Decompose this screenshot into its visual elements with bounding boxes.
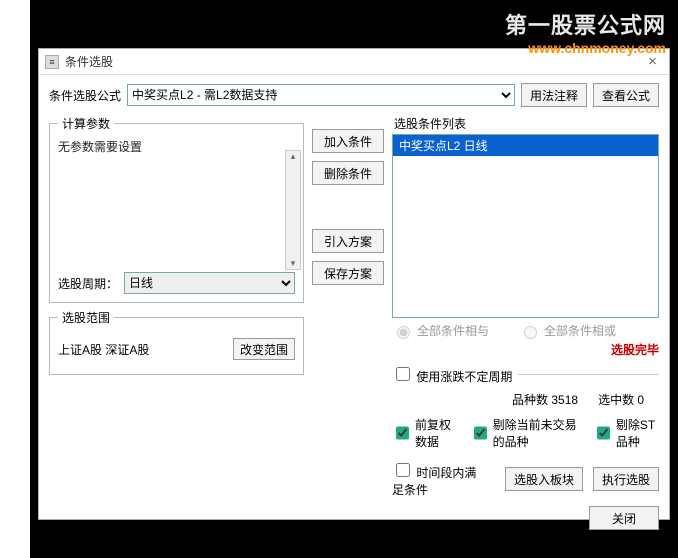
left-white-stripe bbox=[0, 0, 30, 558]
fq-checkbox[interactable]: 前复权数据 bbox=[392, 416, 456, 450]
exclude-nontrading-checkbox[interactable]: 剔除当前未交易的品种 bbox=[470, 416, 579, 450]
app-icon: ≡ bbox=[45, 55, 59, 69]
status-text: 选股完毕 bbox=[392, 341, 659, 358]
selected-count: 选中数 0 bbox=[598, 391, 644, 408]
range-legend: 选股范围 bbox=[58, 309, 114, 326]
to-block-button[interactable]: 选股入板块 bbox=[505, 467, 583, 491]
period-label: 选股周期： bbox=[58, 275, 118, 292]
formula-select[interactable]: 中奖买点L2 - 需L2数据支持 bbox=[127, 84, 515, 106]
window-title: 条件选股 bbox=[65, 53, 113, 70]
condition-list-label: 选股条件列表 bbox=[394, 115, 659, 132]
params-legend: 计算参数 bbox=[58, 115, 114, 132]
no-params-text: 无参数需要设置 bbox=[58, 138, 295, 155]
save-scheme-button[interactable]: 保存方案 bbox=[312, 261, 384, 285]
formula-row: 条件选股公式 中奖买点L2 - 需L2数据支持 用法注释 查看公式 bbox=[49, 83, 659, 107]
close-button[interactable]: 关闭 bbox=[589, 506, 659, 530]
usage-button[interactable]: 用法注释 bbox=[521, 83, 587, 107]
import-scheme-button[interactable]: 引入方案 bbox=[312, 229, 384, 253]
watermark-title: 第一股票公式网 bbox=[505, 8, 666, 40]
execute-button[interactable]: 执行选股 bbox=[593, 467, 659, 491]
total-count: 品种数 3518 bbox=[512, 391, 578, 408]
period-select[interactable]: 日线 bbox=[124, 272, 295, 294]
params-fieldset: 计算参数 无参数需要设置 ▴▾ 选股周期： 日线 bbox=[49, 115, 304, 303]
condition-list[interactable]: 中奖买点L2 日线 bbox=[392, 134, 659, 318]
params-scrollbar[interactable]: ▴▾ bbox=[285, 150, 301, 270]
time-range-checkbox[interactable]: 时间段内满足条件 bbox=[392, 460, 485, 498]
add-condition-button[interactable]: 加入条件 bbox=[312, 129, 384, 153]
range-text: 上证A股 深证A股 bbox=[58, 341, 149, 358]
delete-condition-button[interactable]: 删除条件 bbox=[312, 161, 384, 185]
logic-or-radio[interactable]: 全部条件相或 bbox=[519, 322, 616, 339]
watermark-url: www.chnmoney.com bbox=[505, 40, 666, 56]
view-formula-button[interactable]: 查看公式 bbox=[593, 83, 659, 107]
list-item[interactable]: 中奖买点L2 日线 bbox=[393, 135, 658, 156]
change-range-button[interactable]: 改变范围 bbox=[233, 338, 295, 360]
range-fieldset: 选股范围 上证A股 深证A股 改变范围 bbox=[49, 309, 304, 375]
logic-and-radio[interactable]: 全部条件相与 bbox=[392, 322, 489, 339]
exclude-st-checkbox[interactable]: 剔除ST品种 bbox=[593, 416, 659, 450]
watermark: 第一股票公式网 www.chnmoney.com bbox=[505, 8, 666, 56]
dialog-window: ≡ 条件选股 × 条件选股公式 中奖买点L2 - 需L2数据支持 用法注释 查看… bbox=[38, 48, 670, 520]
use-period-checkbox[interactable]: 使用涨跌不定周期 bbox=[392, 364, 512, 385]
divider bbox=[518, 374, 659, 375]
formula-label: 条件选股公式 bbox=[49, 87, 121, 104]
